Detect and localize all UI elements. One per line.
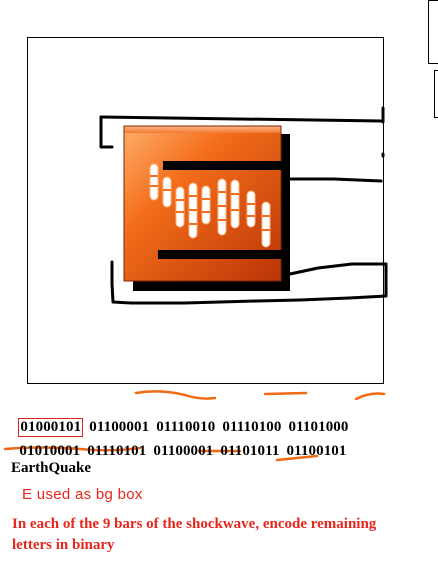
box-bottom-bar — [158, 250, 286, 259]
sketch-drawing — [3, 106, 388, 462]
binary-byte: 01100001 — [153, 443, 214, 459]
binary-byte: 01101011 — [220, 443, 280, 459]
binary-byte: 01010001 — [19, 443, 81, 459]
binary-byte: 01110101 — [87, 443, 147, 459]
word-label: EarthQuake — [11, 460, 92, 476]
box-top-bar — [163, 161, 283, 170]
binary-byte: 01100101 — [286, 443, 347, 459]
note-bg-box: E used as bg box — [22, 486, 143, 503]
sketch-canvas: 01000101 01100001 01110010 01110100 01101000… — [0, 0, 438, 569]
note-bars-encoding: In each of the 9 bars of the shockwave, … — [12, 516, 377, 553]
